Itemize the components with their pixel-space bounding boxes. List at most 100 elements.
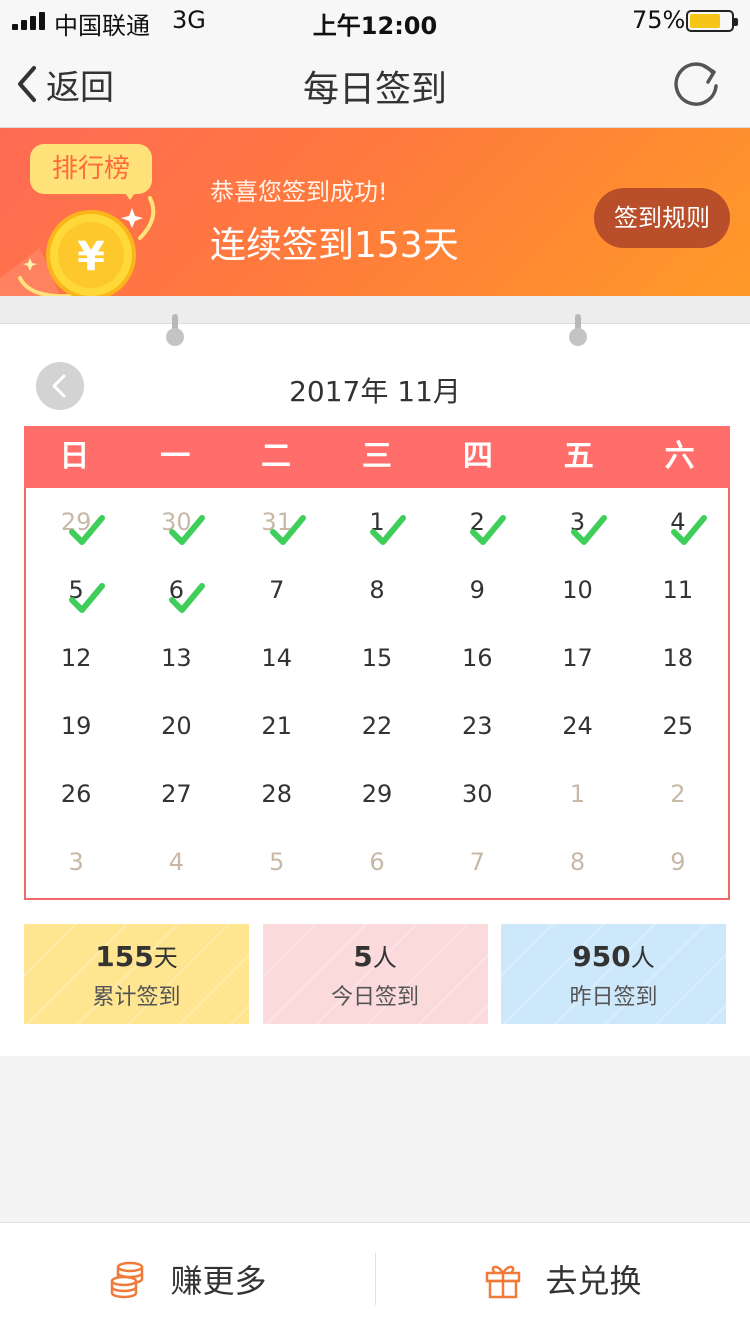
day-number: 8 xyxy=(369,576,385,604)
calendar-day-other-month[interactable]: 31 xyxy=(227,492,327,560)
calendar-day[interactable]: 5 xyxy=(26,560,126,628)
day-number: 12 xyxy=(60,644,92,672)
calendar-day[interactable]: 26 xyxy=(26,764,126,832)
calendar-week-row: 29 30 31 1 2 3 4 xyxy=(26,492,728,560)
calendar-week-row: 19 20 21 22 23 24 25 xyxy=(26,696,728,764)
calendar-week-row: 26 27 28 29 30 1 2 xyxy=(26,764,728,832)
calendar-day[interactable]: 22 xyxy=(327,696,427,764)
calendar-day-other-month[interactable]: 1 xyxy=(527,764,627,832)
calendar-day[interactable]: 29 xyxy=(327,764,427,832)
calendar-day[interactable]: 1 xyxy=(327,492,427,560)
day-number: 22 xyxy=(361,712,393,740)
calendar-day[interactable]: 8 xyxy=(327,560,427,628)
stat-label: 累计签到 xyxy=(92,985,181,1010)
calendar-day[interactable]: 28 xyxy=(227,764,327,832)
banner-shadow-strip xyxy=(0,296,750,324)
stat-value: 5 xyxy=(353,940,373,973)
calendar-card: 2017年 11月 日一二三四五六 29 30 31 1 2 3 4 5 6 7 8 9 10 11 12 1… xyxy=(0,314,750,1056)
calendar-day[interactable]: 21 xyxy=(227,696,327,764)
calendar-day[interactable]: 17 xyxy=(527,628,627,696)
calendar-day[interactable]: 11 xyxy=(628,560,728,628)
yesterday-checkin-stat: 950人 昨日签到 xyxy=(501,924,726,1024)
calendar-day[interactable]: 13 xyxy=(126,628,226,696)
calendar-day-other-month[interactable]: 5 xyxy=(227,832,327,900)
day-number: 19 xyxy=(60,712,92,740)
calendar-day-other-month[interactable]: 2 xyxy=(628,764,728,832)
svg-text:¥: ¥ xyxy=(77,234,105,280)
refresh-icon[interactable] xyxy=(668,56,724,112)
day-number: 7 xyxy=(269,576,285,604)
streak-text: 连续签到153天 xyxy=(210,225,459,266)
calendar-week-row: 5 6 7 8 9 10 11 xyxy=(26,560,728,628)
earn-more-button[interactable]: 赚更多 xyxy=(0,1223,375,1334)
checkmark-icon xyxy=(269,515,306,545)
day-number: 25 xyxy=(662,712,694,740)
calendar-day[interactable]: 10 xyxy=(527,560,627,628)
calendar-day[interactable]: 14 xyxy=(227,628,327,696)
stat-value-line: 950人 xyxy=(501,938,726,973)
calendar-day[interactable]: 18 xyxy=(628,628,728,696)
day-number: 27 xyxy=(161,780,192,808)
page-title: 每日签到 xyxy=(302,69,447,110)
calendar-day-other-month[interactable]: 29 xyxy=(26,492,126,560)
day-number: 3 xyxy=(68,848,84,876)
calendar-day-other-month[interactable]: 6 xyxy=(327,832,427,900)
calendar-day[interactable]: 20 xyxy=(126,696,226,764)
calendar-day[interactable]: 12 xyxy=(26,628,126,696)
bottom-bar: 赚更多 去兑换 xyxy=(0,1222,750,1334)
calendar-day[interactable]: 19 xyxy=(26,696,126,764)
nav-bar: 返回 每日签到 xyxy=(0,40,750,128)
day-number: 17 xyxy=(562,644,593,672)
calendar-day[interactable]: 7 xyxy=(227,560,327,628)
weekday-label: 五 xyxy=(563,439,594,474)
calendar-day[interactable]: 3 xyxy=(527,492,627,560)
calendar-day[interactable]: 6 xyxy=(126,560,226,628)
calendar-day[interactable]: 30 xyxy=(427,764,527,832)
calendar-day-other-month[interactable]: 7 xyxy=(427,832,527,900)
calendar-day[interactable]: 27 xyxy=(126,764,226,832)
checkin-success-text: 恭喜您签到成功! xyxy=(210,178,388,206)
day-number: 15 xyxy=(361,644,393,672)
calendar-day[interactable]: 16 xyxy=(427,628,527,696)
day-number: 7 xyxy=(469,848,485,876)
earn-more-label: 赚更多 xyxy=(170,1261,267,1300)
checkmark-icon xyxy=(670,515,707,545)
calendar-day-other-month[interactable]: 8 xyxy=(527,832,627,900)
exchange-label: 去兑换 xyxy=(545,1261,642,1300)
stat-value-line: 5人 xyxy=(263,938,488,973)
yuan-coin-icon: ¥ xyxy=(46,210,136,296)
calendar-day[interactable]: 4 xyxy=(628,492,728,560)
day-number: 28 xyxy=(261,780,292,808)
calendar-day[interactable]: 23 xyxy=(427,696,527,764)
day-number: 24 xyxy=(562,712,593,740)
weekday-header: 日一二三四五六 xyxy=(24,426,730,488)
calendar-day-other-month[interactable]: 3 xyxy=(26,832,126,900)
calendar-day[interactable]: 24 xyxy=(527,696,627,764)
day-number: 9 xyxy=(469,576,485,604)
month-label: 2017年 11月 xyxy=(289,375,461,408)
checkmark-icon xyxy=(169,583,206,613)
checkmark-icon xyxy=(69,515,106,545)
day-number: 1 xyxy=(569,780,586,808)
battery-fill xyxy=(690,14,720,28)
weekday-label: 一 xyxy=(160,439,191,474)
calendar-day[interactable]: 2 xyxy=(427,492,527,560)
day-number: 26 xyxy=(60,780,92,808)
day-number: 16 xyxy=(461,644,493,672)
battery-icon xyxy=(686,10,738,32)
calendar-day[interactable]: 9 xyxy=(427,560,527,628)
calendar-day[interactable]: 25 xyxy=(628,696,728,764)
calendar-day[interactable]: 15 xyxy=(327,628,427,696)
calendar-day-other-month[interactable]: 9 xyxy=(628,832,728,900)
day-number: 6 xyxy=(369,848,385,876)
calendar-day-other-month[interactable]: 30 xyxy=(126,492,226,560)
day-number: 4 xyxy=(168,848,185,876)
stat-value: 155 xyxy=(95,940,154,973)
weekday-label: 四 xyxy=(462,439,493,474)
day-number: 23 xyxy=(461,712,493,740)
checkin-rules-button[interactable]: 签到规则 xyxy=(594,188,730,248)
stat-unit: 人 xyxy=(630,944,655,972)
bottom-divider xyxy=(375,1253,376,1305)
calendar-day-other-month[interactable]: 4 xyxy=(126,832,226,900)
exchange-button[interactable]: 去兑换 xyxy=(375,1223,750,1334)
